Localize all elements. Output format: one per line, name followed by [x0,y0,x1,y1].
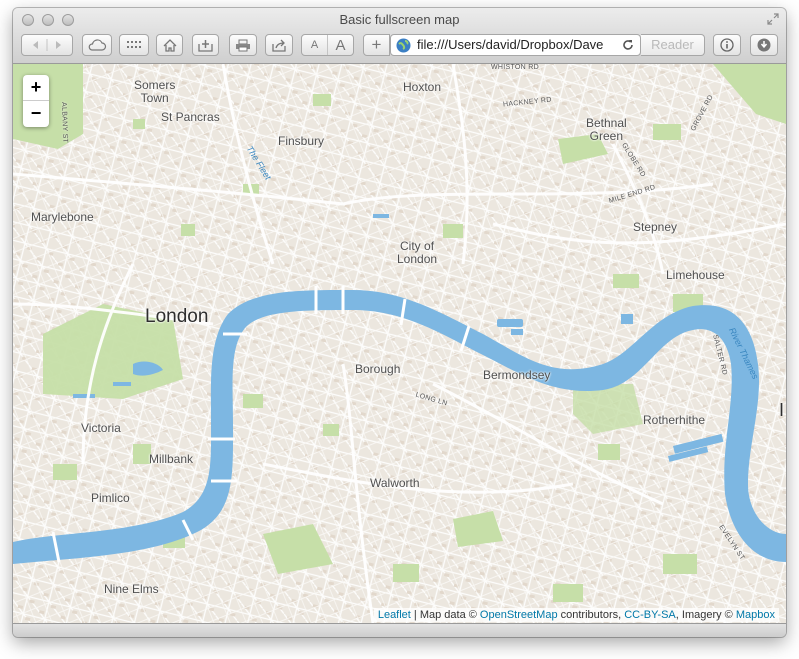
place-label-stepney: Stepney [633,220,678,234]
add-tab-button[interactable]: + [363,34,390,56]
place-label-edge: I [779,400,785,420]
attribution-text-3: , Imagery © [675,609,736,621]
place-label-city-of-london: City of London [397,239,438,266]
fullscreen-icon[interactable] [767,13,779,25]
place-label-rotherhithe: Rotherhithe [643,413,706,427]
info-button[interactable] [713,34,741,56]
license-link[interactable]: CC-BY-SA [624,609,676,621]
leaflet-link[interactable]: Leaflet [378,609,411,621]
road-label-albany-st: ALBANY ST [60,102,69,144]
openstreetmap-link[interactable]: OpenStreetMap [480,609,558,621]
place-label-nine-elms: Nine Elms [104,582,159,596]
place-label-pimlico: Pimlico [91,491,130,505]
globe-icon [396,38,411,53]
place-label-bethnal-green: Bethnal Green [586,116,627,143]
place-label-borough: Borough [355,362,401,376]
place-label-somers-town: Somers Town [134,78,176,105]
share-button[interactable] [265,34,293,56]
attribution-text-2: contributors, [557,609,625,621]
share-icon [272,39,286,52]
url-text: file:///Users/david/Dropbox/Dave [417,37,604,52]
place-label-marylebone: Marylebone [31,210,94,224]
place-label-limehouse: Limehouse [666,268,725,282]
window-title: Basic fullscreen map [339,12,460,27]
place-label-bermondsey: Bermondsey [483,368,551,382]
print-button[interactable] [229,34,257,56]
cloud-icon [88,39,107,51]
browser-window: Basic fullscreen map A A + file:///Users… [13,8,786,637]
back-forward-buttons[interactable] [21,34,73,56]
larger-text-button[interactable]: A [328,37,353,54]
grid-icon [127,41,141,48]
zoom-control: + − [23,75,49,127]
text-size-buttons[interactable]: A A [301,34,354,56]
zoom-out-button[interactable]: − [23,101,49,126]
icloud-tabs-button[interactable] [82,34,112,56]
top-sites-button[interactable] [119,34,149,56]
road-label-whiston-rd: WHISTON RD [491,64,539,71]
bookmark-add-icon [197,39,213,52]
map-tiles [13,64,786,623]
mapbox-link[interactable]: Mapbox [736,609,775,621]
downloads-button[interactable] [750,34,778,56]
home-button[interactable] [156,34,183,56]
reload-icon[interactable] [622,39,634,51]
title-bar: Basic fullscreen map A A + file:///Users… [13,8,786,64]
place-label-hoxton: Hoxton [403,80,442,94]
address-bar[interactable]: file:///Users/david/Dropbox/Dave [390,34,641,56]
map-attribution: Leaflet | Map data © OpenStreetMap contr… [373,608,779,622]
place-label-victoria: Victoria [81,421,121,435]
place-label-london: London [145,306,209,327]
home-icon [163,38,176,52]
zoom-in-button[interactable]: + [23,75,49,101]
place-label-st-pancras: St Pancras [161,110,220,124]
reader-button[interactable]: Reader [641,34,705,56]
place-label-walworth: Walworth [370,476,420,490]
info-icon [720,38,734,52]
attribution-text: | Map data © [410,609,480,621]
download-icon [757,38,771,52]
printer-icon [236,39,250,51]
place-label-millbank: Millbank [149,452,194,466]
smaller-text-button[interactable]: A [302,39,327,51]
place-label-finsbury: Finsbury [278,134,325,148]
add-bookmark-button[interactable] [192,34,219,56]
status-bar [13,623,786,637]
map-canvas[interactable]: Somers Town Hoxton St Pancras Finsbury B… [13,64,786,623]
